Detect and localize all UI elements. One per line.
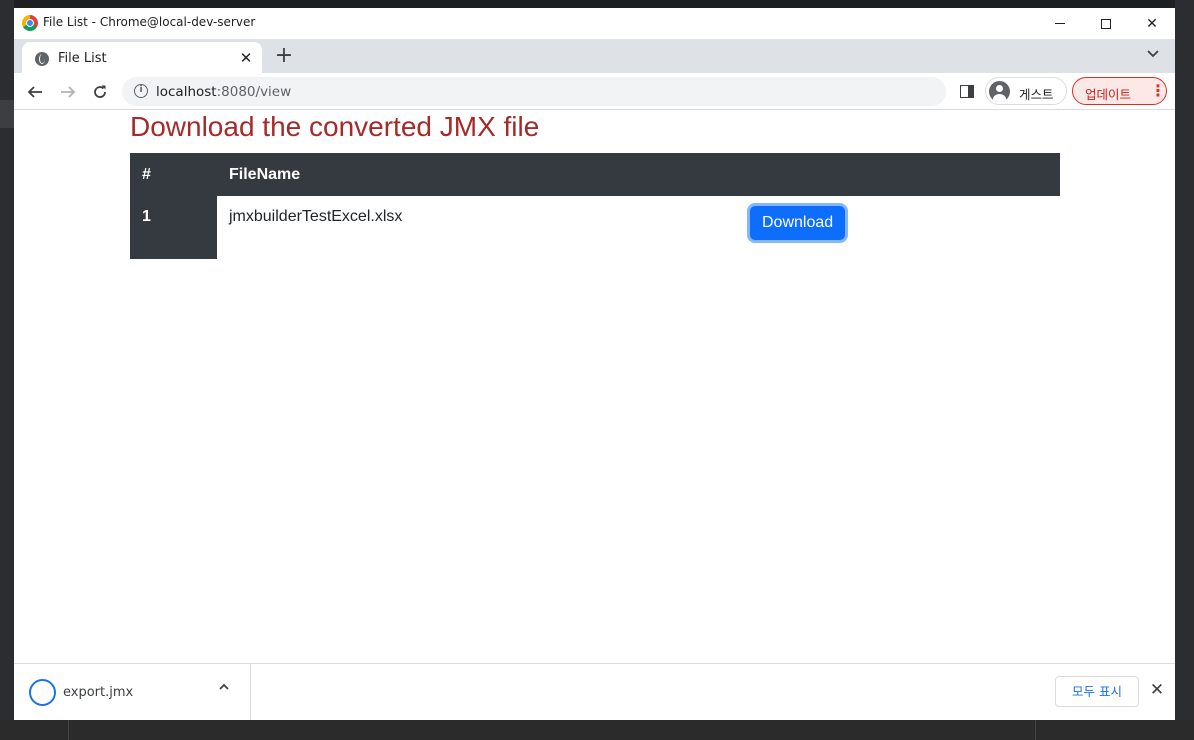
maximize-button[interactable]	[1083, 8, 1129, 39]
table-header-row: # FileName	[130, 153, 1060, 196]
info-icon[interactable]: i	[134, 84, 148, 98]
new-tab-button[interactable]: +	[272, 44, 296, 68]
side-panel-icon[interactable]	[960, 85, 974, 98]
back-arrow-icon	[27, 86, 42, 98]
file-table: # FileName 1 jmxbuilderTestExcel.xlsx Do…	[130, 153, 1060, 259]
download-progress-icon	[29, 679, 56, 706]
page-content: Download the converted JMX file # FileNa…	[14, 111, 1175, 663]
download-button[interactable]: Download	[750, 206, 846, 240]
minimize-icon	[1055, 23, 1065, 24]
desktop-right-edge	[1175, 0, 1194, 740]
url-host: localhost	[156, 84, 217, 100]
tab-strip: File List ✕ +	[14, 39, 1175, 73]
kebab-menu-icon: ⋮	[1150, 81, 1166, 100]
chevron-down-icon	[1147, 50, 1159, 58]
download-bar: export.jmx 모두 표시 ✕	[14, 663, 1175, 720]
reload-button[interactable]	[86, 78, 114, 106]
download-filename: export.jmx	[63, 685, 134, 700]
url-path: :8080/view	[216, 84, 292, 100]
profile-label: 게스트	[1019, 87, 1054, 102]
page-title: Download the converted JMX file	[130, 111, 540, 142]
desktop-divider	[1035, 720, 1036, 740]
address-bar[interactable]: i localhost:8080/view	[122, 77, 946, 106]
forward-arrow-icon	[61, 86, 76, 98]
browser-window: File List - Chrome@local-dev-server ✕ Fi…	[14, 8, 1175, 720]
close-icon: ✕	[1146, 15, 1158, 32]
download-item[interactable]: export.jmx	[14, 664, 251, 720]
close-download-bar-button[interactable]: ✕	[1147, 680, 1167, 700]
chrome-logo-icon	[22, 15, 38, 31]
row-action-cell: Download	[738, 196, 1060, 259]
tab-close-button[interactable]: ✕	[236, 48, 256, 68]
chevron-up-icon	[219, 683, 229, 690]
forward-button[interactable]	[54, 78, 82, 106]
profile-button[interactable]: 게스트	[985, 77, 1067, 105]
row-number: 1	[130, 196, 217, 259]
tab-title: File List	[58, 51, 107, 66]
update-label: 업데이트	[1085, 87, 1132, 102]
back-button[interactable]	[21, 78, 49, 106]
row-filename: jmxbuilderTestExcel.xlsx	[229, 208, 403, 225]
desktop-bottom-edge	[0, 720, 1194, 740]
browser-toolbar: i localhost:8080/view 게스트 업데이트 ⋮	[14, 73, 1175, 110]
download-options-button[interactable]	[218, 681, 230, 697]
desktop-left-strip	[0, 100, 14, 128]
window-title: File List - Chrome@local-dev-server	[43, 15, 256, 29]
url-text[interactable]: localhost:8080/view	[156, 84, 291, 100]
tab-file-list[interactable]: File List ✕	[22, 42, 262, 73]
table-row: 1 jmxbuilderTestExcel.xlsx Download	[130, 196, 1060, 259]
globe-icon	[35, 52, 49, 66]
maximize-icon	[1101, 18, 1111, 29]
avatar-icon	[989, 81, 1010, 102]
column-header-filename: FileName	[217, 153, 1060, 196]
minimize-button[interactable]	[1037, 8, 1083, 39]
column-header-number: #	[130, 153, 217, 196]
desktop-divider	[68, 720, 69, 740]
tab-search-button[interactable]	[1142, 45, 1164, 67]
title-bar: File List - Chrome@local-dev-server ✕	[14, 8, 1175, 39]
show-all-button[interactable]: 모두 표시	[1055, 676, 1139, 707]
update-button[interactable]: 업데이트 ⋮	[1072, 77, 1167, 105]
close-window-button[interactable]: ✕	[1129, 8, 1175, 39]
reload-icon	[94, 85, 106, 98]
close-icon: ✕	[1149, 680, 1165, 700]
